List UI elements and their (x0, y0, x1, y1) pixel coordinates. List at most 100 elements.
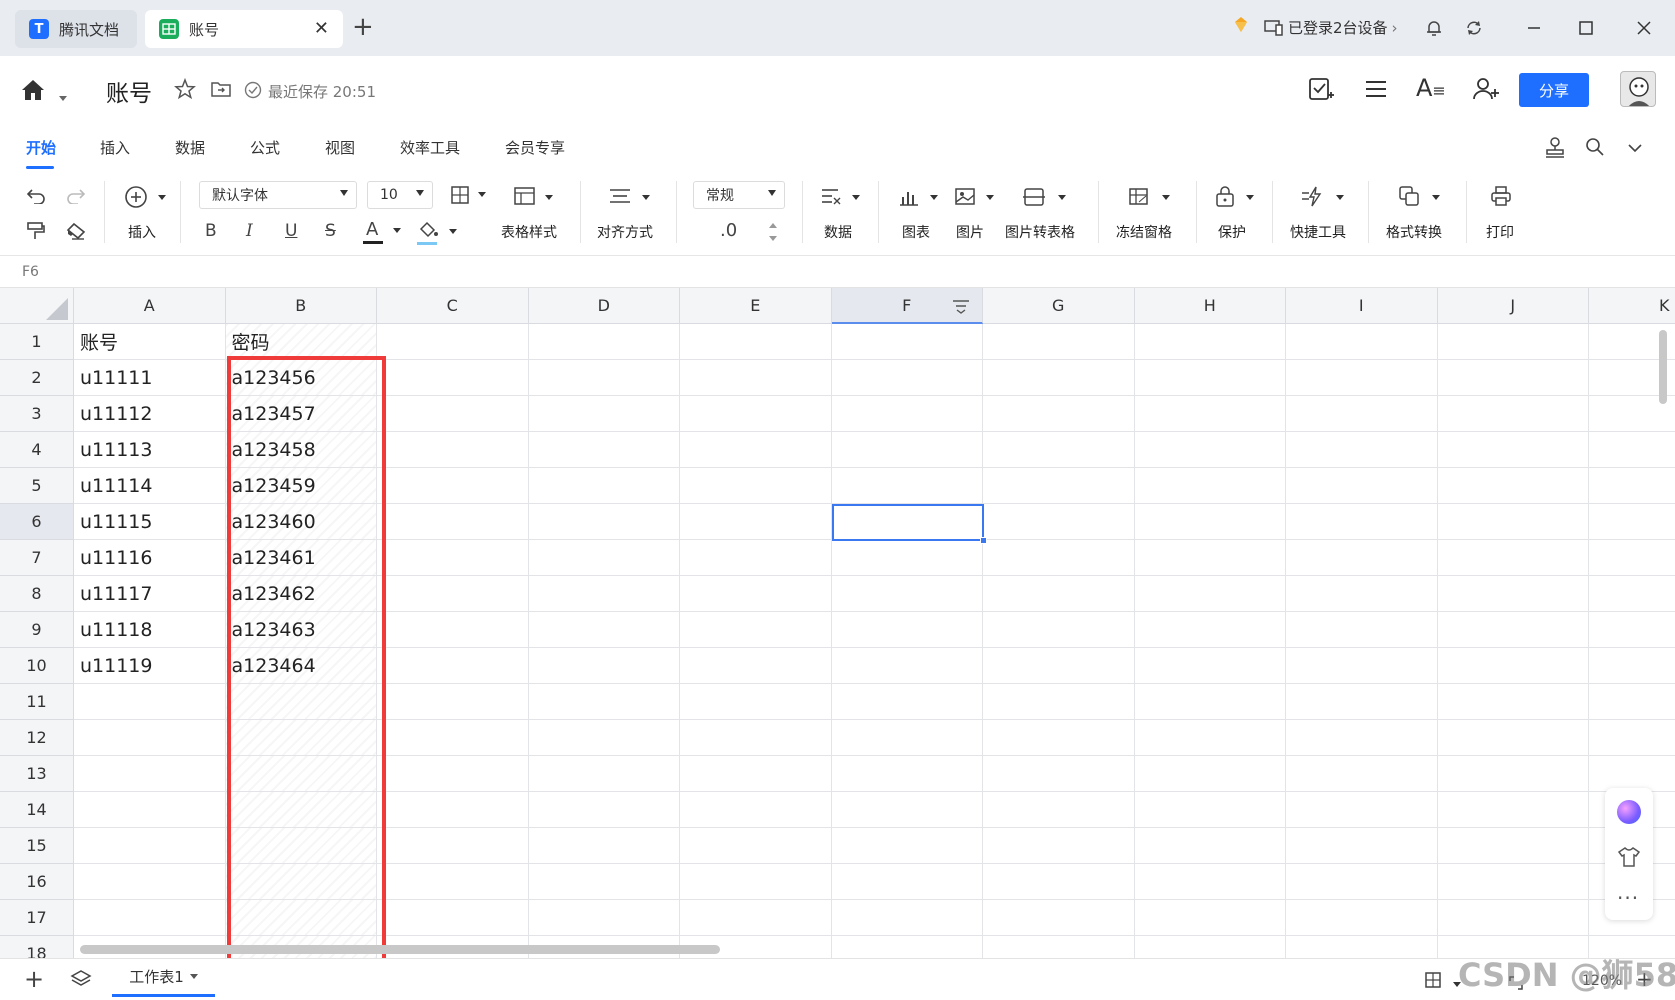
cell-k5[interactable] (1589, 468, 1675, 504)
row-header-17[interactable]: 17 (0, 900, 74, 936)
cell-e6[interactable] (680, 504, 832, 540)
cell-k11[interactable] (1589, 684, 1675, 720)
tab-view[interactable]: 视图 (325, 137, 355, 158)
row-header-8[interactable]: 8 (0, 576, 74, 612)
cell-e11[interactable] (680, 684, 832, 720)
column-header-g[interactable]: G (983, 288, 1135, 324)
tab-member-exclusive[interactable]: 会员专享 (505, 137, 565, 158)
cell-c17[interactable] (377, 900, 529, 936)
tab-data[interactable]: 数据 (175, 137, 205, 158)
undo-icon[interactable] (26, 186, 46, 208)
cell-c12[interactable] (377, 720, 529, 756)
minimize-window-icon[interactable] (1520, 14, 1548, 42)
cell-h18[interactable] (1135, 936, 1286, 958)
bell-icon[interactable] (1420, 14, 1448, 42)
close-tab-icon[interactable]: ✕ (314, 18, 329, 39)
new-tab-icon[interactable]: + (352, 12, 374, 42)
cell-k4[interactable] (1589, 432, 1675, 468)
shirt-icon[interactable] (1617, 846, 1641, 872)
cell-d12[interactable] (528, 720, 680, 756)
cell-f5[interactable] (831, 468, 983, 504)
cell-e4[interactable] (680, 432, 832, 468)
data-button[interactable]: 数据 (818, 183, 864, 249)
cell-g10[interactable] (983, 648, 1135, 684)
cell-j13[interactable] (1437, 756, 1589, 792)
cell-e13[interactable] (680, 756, 832, 792)
cell-a12[interactable] (74, 720, 226, 756)
cell-i5[interactable] (1286, 468, 1438, 504)
cell-a14[interactable] (74, 792, 226, 828)
cell-a15[interactable] (74, 828, 226, 864)
cell-h13[interactable] (1134, 756, 1286, 792)
cell-g7[interactable] (983, 540, 1135, 576)
cell-j6[interactable] (1437, 504, 1589, 540)
cell-c4[interactable] (377, 432, 529, 468)
tab-start[interactable]: 开始 (26, 137, 56, 158)
cell-d9[interactable] (528, 612, 680, 648)
cell-i13[interactable] (1286, 756, 1438, 792)
row-header-4[interactable]: 4 (0, 432, 74, 468)
cell-g2[interactable] (983, 360, 1135, 396)
cell-f13[interactable] (831, 756, 983, 792)
eraser-icon[interactable] (66, 222, 86, 244)
bold-button[interactable]: B (205, 221, 217, 241)
cell-a10[interactable]: u11119 (74, 648, 226, 684)
cell-c2[interactable] (377, 360, 529, 396)
cell-a5[interactable]: u11114 (74, 468, 226, 504)
cell-c13[interactable] (377, 756, 529, 792)
more-icon[interactable]: ··· (1617, 886, 1639, 910)
row-header-7[interactable]: 7 (0, 540, 74, 576)
cell-e16[interactable] (680, 864, 832, 900)
cell-k13[interactable] (1589, 756, 1675, 792)
vip-diamond-icon[interactable] (1232, 16, 1250, 34)
cell-e17[interactable] (680, 900, 832, 936)
row-header-10[interactable]: 10 (0, 648, 74, 684)
cell-e1[interactable] (680, 324, 832, 360)
cell-k6[interactable] (1589, 504, 1675, 540)
cell-e7[interactable] (680, 540, 832, 576)
cell-a16[interactable] (74, 864, 226, 900)
cell-f10[interactable] (831, 648, 983, 684)
fill-color-button[interactable] (417, 220, 457, 248)
column-header-h[interactable]: H (1134, 288, 1286, 324)
star-icon[interactable] (174, 77, 196, 104)
cell-e5[interactable] (680, 468, 832, 504)
row-header-2[interactable]: 2 (0, 360, 74, 396)
protect-button[interactable]: 保护 (1212, 183, 1262, 249)
grid-view-icon[interactable] (1424, 971, 1462, 993)
avatar[interactable] (1620, 71, 1656, 107)
cell-j16[interactable] (1437, 864, 1589, 900)
borders-icon[interactable] (450, 185, 486, 209)
cell-d10[interactable] (528, 648, 680, 684)
tab-formula[interactable]: 公式 (250, 137, 280, 158)
add-sheet-icon[interactable]: + (24, 965, 44, 993)
cell-d14[interactable] (528, 792, 680, 828)
sheet-tab-chevron-icon[interactable] (189, 974, 198, 979)
cell-e15[interactable] (680, 828, 832, 864)
cell-j11[interactable] (1437, 684, 1589, 720)
number-format-select[interactable]: 常规 (693, 181, 785, 209)
document-title[interactable]: 账号 (106, 74, 152, 108)
cell-i9[interactable] (1286, 612, 1438, 648)
select-all-corner[interactable] (0, 288, 74, 324)
cell-j17[interactable] (1437, 900, 1589, 936)
column-filter-icon[interactable] (951, 297, 971, 319)
cell-f3[interactable] (831, 396, 983, 432)
cell-f14[interactable] (831, 792, 983, 828)
cell-c5[interactable] (377, 468, 529, 504)
cell-i12[interactable] (1286, 720, 1438, 756)
tab-tencent-docs[interactable]: T 腾讯文档 (15, 10, 137, 48)
cell-h4[interactable] (1134, 432, 1286, 468)
cell-d3[interactable] (528, 396, 680, 432)
column-header-c[interactable]: C (377, 288, 529, 324)
cell-h6[interactable] (1134, 504, 1286, 540)
cell-f11[interactable] (831, 684, 983, 720)
cell-h11[interactable] (1134, 684, 1286, 720)
cell-e8[interactable] (680, 576, 832, 612)
cell-g11[interactable] (983, 684, 1135, 720)
cell-g15[interactable] (983, 828, 1135, 864)
share-button[interactable]: 分享 (1519, 73, 1589, 107)
cell-h1[interactable] (1134, 324, 1286, 360)
cell-h8[interactable] (1134, 576, 1286, 612)
close-window-icon[interactable] (1630, 14, 1658, 42)
